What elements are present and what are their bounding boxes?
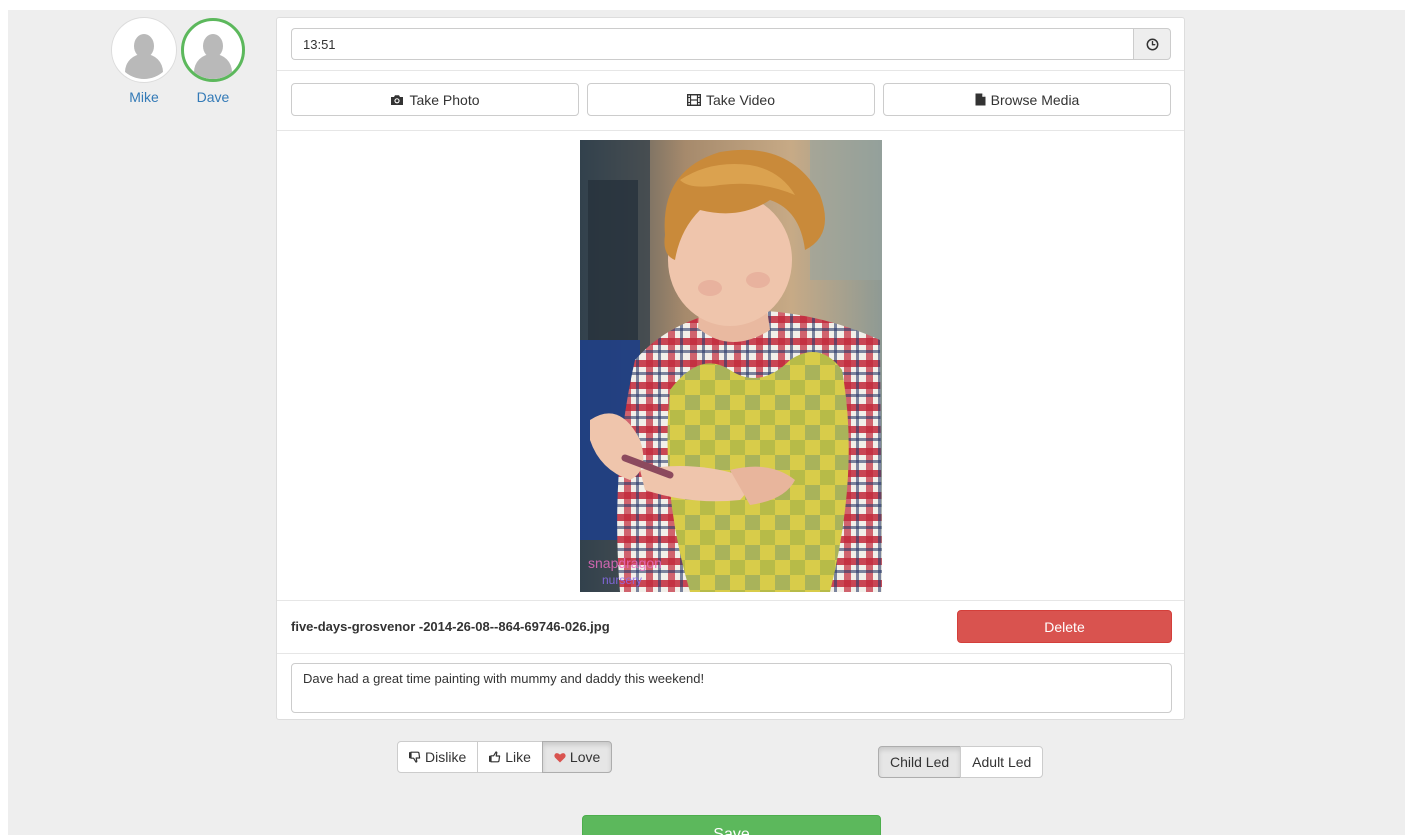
child-dave[interactable]: Dave (181, 18, 245, 105)
film-icon (686, 93, 701, 106)
delete-button[interactable]: Delete (957, 610, 1172, 643)
thumbs-down-icon (409, 751, 421, 763)
page-background: Mike Dave T (8, 10, 1405, 835)
file-name: five-days-grosvenor -2014-26-08--864-697… (291, 619, 610, 634)
love-button[interactable]: Love (541, 741, 613, 773)
avatar-shoulders (194, 54, 232, 79)
browse-media-label: Browse Media (990, 91, 1080, 108)
heart-icon (554, 752, 566, 762)
photo: snapdragon nursery (580, 140, 882, 592)
love-label: Love (569, 749, 601, 765)
led-button-group: Child Led Adult Led (878, 746, 1044, 778)
dislike-button[interactable]: Dislike (397, 741, 479, 773)
svg-text:nursery: nursery (602, 573, 642, 587)
child-mike[interactable]: Mike (112, 18, 176, 105)
take-photo-button[interactable]: Take Photo (291, 83, 579, 116)
avatar-shoulders (125, 54, 163, 79)
thumbs-up-icon (489, 751, 501, 763)
child-name-dave[interactable]: Dave (181, 89, 245, 105)
observation-panel: Take Photo Take Video (276, 17, 1185, 720)
like-button[interactable]: Like (477, 741, 543, 773)
adult-led-button[interactable]: Adult Led (960, 746, 1044, 778)
child-name-mike[interactable]: Mike (112, 89, 176, 105)
time-input[interactable] (291, 28, 1133, 60)
save-button[interactable]: Save (582, 815, 881, 835)
file-row: five-days-grosvenor -2014-26-08--864-697… (277, 600, 1184, 654)
take-photo-label: Take Photo (409, 91, 480, 108)
time-row (277, 18, 1184, 71)
photo-row: snapdragon nursery (277, 130, 1184, 601)
time-picker-button[interactable] (1133, 28, 1171, 60)
avatar-selected[interactable] (181, 18, 245, 82)
comment-textarea[interactable]: Dave had a great time painting with mumm… (291, 663, 1172, 713)
reaction-button-group: Dislike Like Love (397, 741, 613, 773)
take-video-button[interactable]: Take Video (587, 83, 875, 116)
clock-icon (1146, 38, 1158, 50)
child-led-button[interactable]: Child Led (878, 746, 962, 778)
file-icon (975, 93, 986, 106)
dislike-label: Dislike (425, 749, 467, 765)
camera-icon (391, 94, 404, 105)
media-buttons-row: Take Photo Take Video Browse Media (277, 70, 1184, 131)
like-label: Like (505, 749, 531, 765)
take-video-label: Take Video (705, 91, 775, 108)
avatar[interactable] (112, 18, 176, 82)
browse-media-button[interactable]: Browse Media (883, 83, 1171, 116)
photo-image: snapdragon nursery (580, 140, 882, 592)
photo-watermark: snapdragon (588, 555, 662, 571)
